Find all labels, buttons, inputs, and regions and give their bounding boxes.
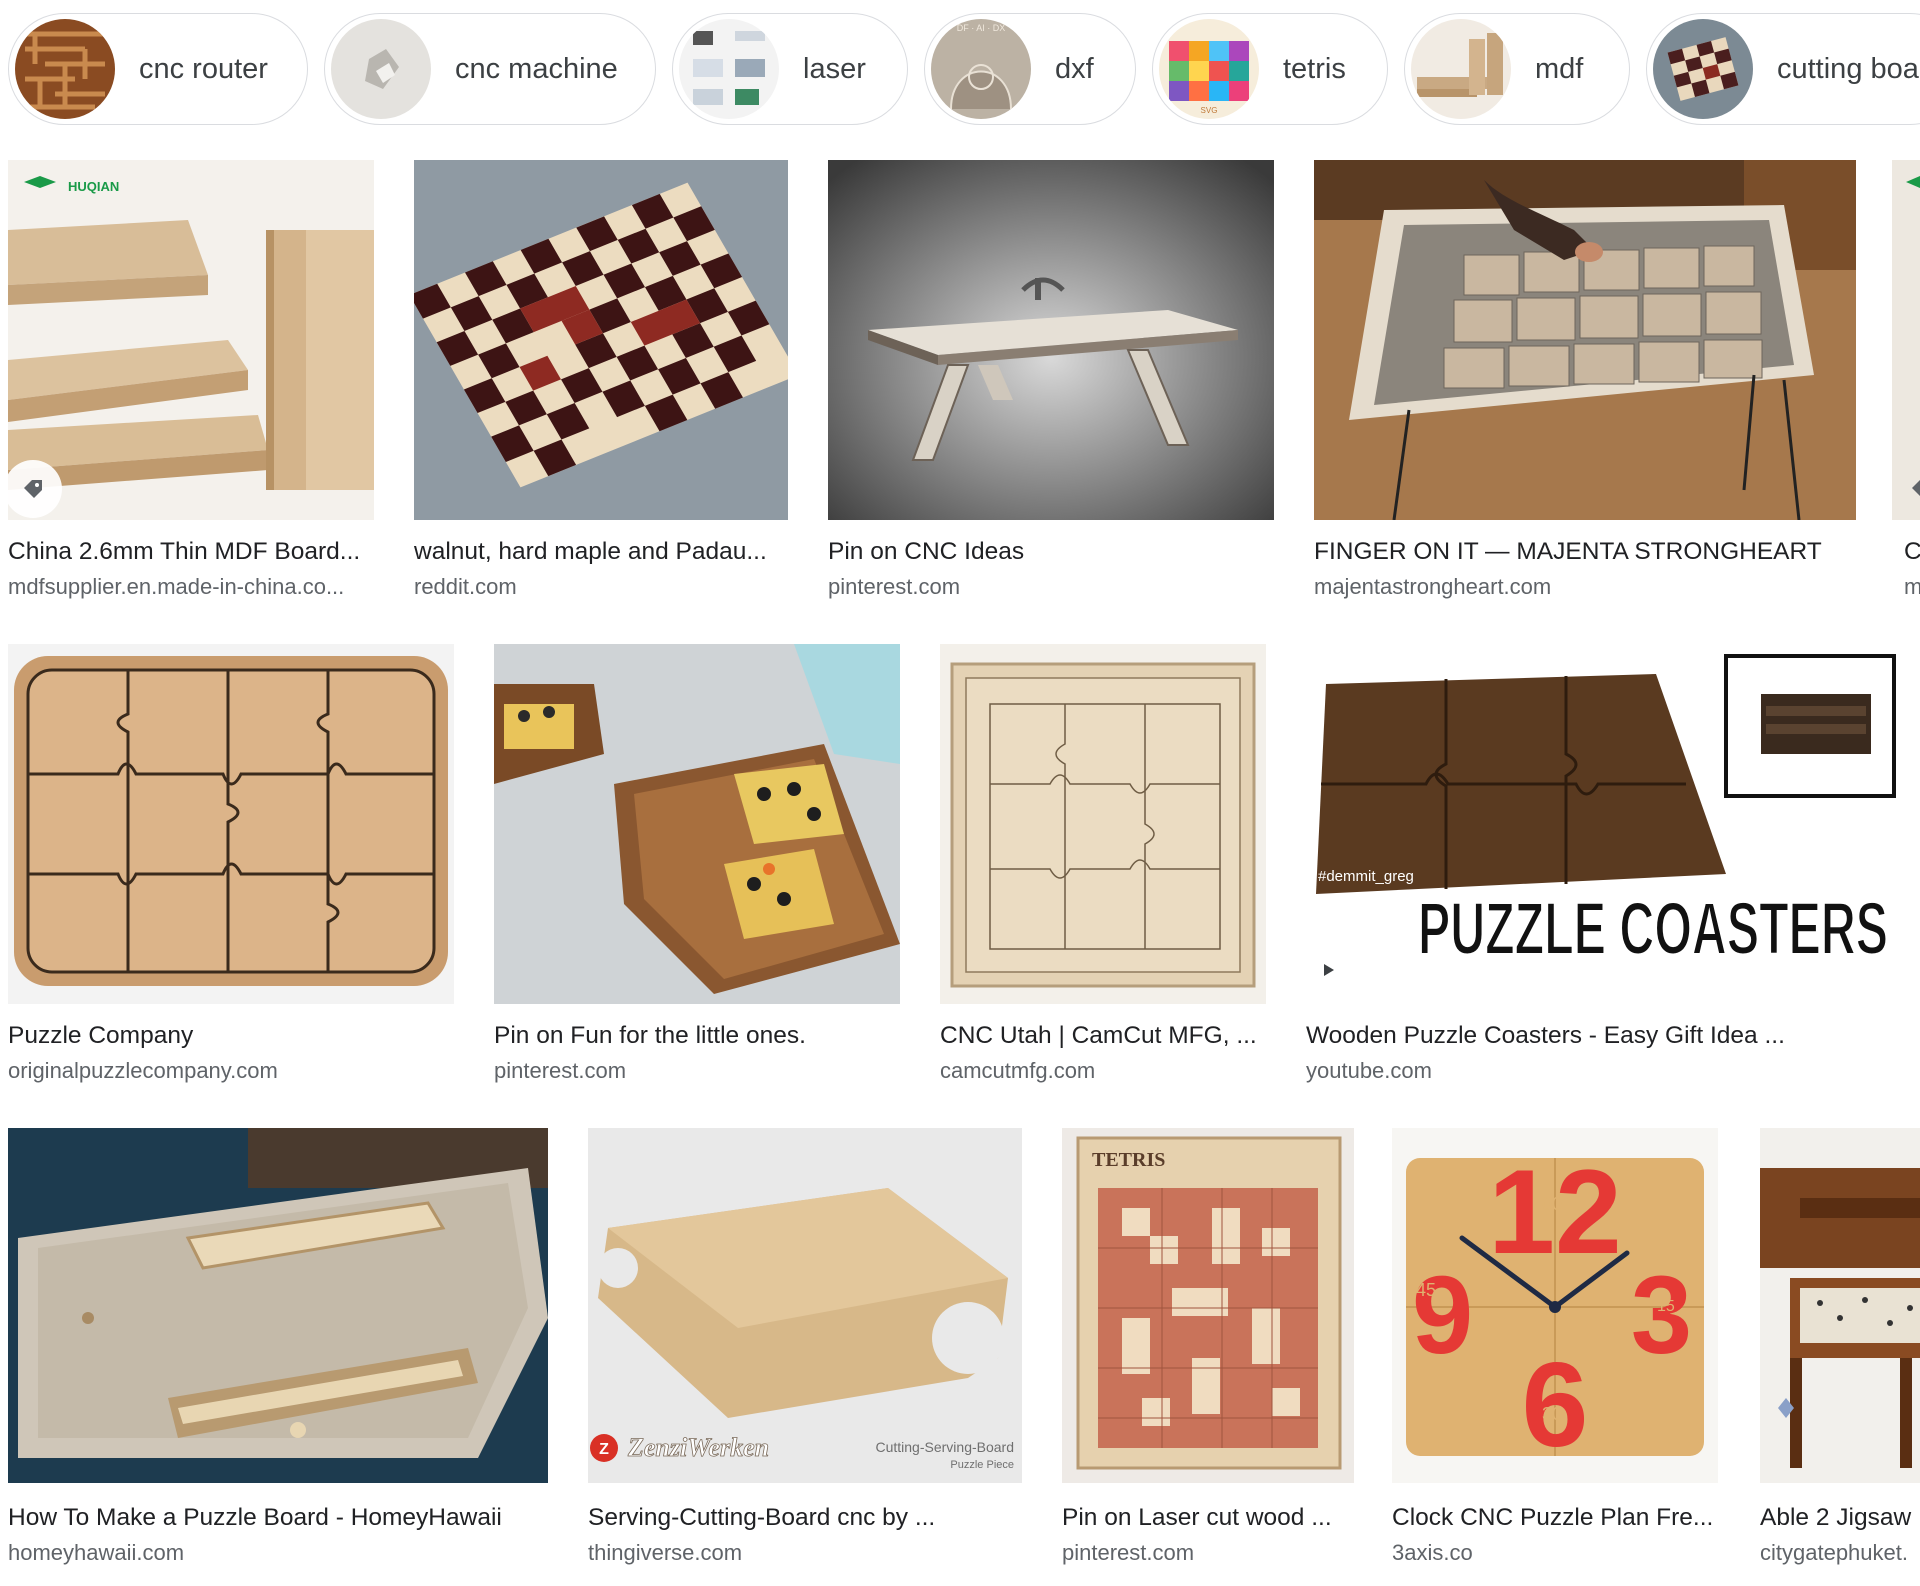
result-thumbnail[interactable]: #demmit_greg PUZZLE COASTERS — [1306, 644, 1898, 1004]
result-thumbnail[interactable]: TETRIS — [1062, 1128, 1354, 1483]
coasters-watermark: #demmit_greg — [1318, 868, 1414, 885]
result-thumbnail[interactable] — [8, 1128, 548, 1483]
result-card[interactable]: CNC Utah | CamCut MFG, ... camcutmfg.com — [932, 644, 1274, 1094]
huqian-logo: HUQIAN — [68, 179, 119, 194]
chip-cutting-board[interactable]: cutting boa — [1646, 13, 1920, 125]
zenzi-caption: Cutting-Serving-Board — [875, 1439, 1014, 1455]
chip-thumb-text: SVG — [1201, 106, 1218, 115]
coasters-caption: PUZZLE COASTERS — [1418, 887, 1888, 970]
zenzi-caption-2: Puzzle Piece — [950, 1459, 1014, 1471]
result-thumbnail[interactable]: 12 3 6 9 00 15 30 45 — [1392, 1128, 1718, 1483]
chip-mdf[interactable]: mdf — [1404, 13, 1630, 125]
result-thumbnail[interactable] — [8, 644, 454, 1004]
result-source: mdfsupplier.en.made-in-china.co... — [8, 574, 345, 599]
chip-laser[interactable]: laser — [672, 13, 908, 125]
result-card[interactable]: How To Make a Puzzle Board - HomeyHawaii… — [0, 1128, 558, 1578]
chip-label: tetris — [1283, 52, 1346, 85]
result-source: majentastrongheart.com — [1314, 574, 1552, 599]
result-card[interactable]: HUQIAN China 2.6mm Thin MDF Board... mdf… — [0, 160, 380, 610]
result-card[interactable]: 12 3 6 9 00 15 30 45 Clock CNC Puzzle Pl… — [1384, 1128, 1736, 1578]
result-card[interactable]: C m — [1892, 160, 1920, 610]
chip-label: cutting boa — [1777, 52, 1919, 85]
result-title[interactable]: Puzzle Company — [8, 1022, 454, 1050]
result-source: pinterest.com — [828, 574, 961, 599]
result-thumbnail[interactable]: HUQIAN — [8, 160, 374, 520]
result-card[interactable]: Z ZenziWerken Cutting-Serving-Board Puzz… — [580, 1128, 1026, 1578]
result-card[interactable]: Pin on Fun for the little ones. pinteres… — [486, 644, 908, 1094]
result-title[interactable]: Wooden Puzzle Coasters - Easy Gift Idea … — [1306, 1022, 1896, 1050]
result-card[interactable]: Able 2 Jigsaw citygatephuket. — [1752, 1128, 1920, 1578]
clock-numeral-9: 9 — [1412, 1254, 1473, 1377]
result-thumbnail[interactable] — [494, 644, 900, 1004]
result-title[interactable]: CNC Utah | CamCut MFG, ... — [940, 1022, 1266, 1050]
result-source: citygatephuket. — [1760, 1540, 1908, 1565]
result-thumbnail[interactable]: Z ZenziWerken Cutting-Serving-Board Puzz… — [588, 1128, 1022, 1483]
chip-cnc-router[interactable]: cnc router — [8, 13, 308, 125]
result-thumbnail[interactable] — [414, 160, 788, 520]
chip-label: cnc router — [139, 52, 268, 85]
chip-dxf[interactable]: DF · AI · DX dxf — [924, 13, 1136, 125]
chip-label: cnc machine — [455, 52, 618, 85]
clock-minute-45: 45 — [1416, 1280, 1436, 1300]
result-title[interactable]: China 2.6mm Thin MDF Board... — [8, 538, 374, 566]
result-card[interactable]: Pin on CNC Ideas pinterest.com — [820, 160, 1280, 610]
svg-text:Z: Z — [599, 1441, 609, 1458]
tetris-heading: TETRIS — [1092, 1149, 1165, 1171]
clock-numeral-3: 3 — [1631, 1254, 1692, 1377]
result-source: originalpuzzlecompany.com — [8, 1058, 278, 1083]
machine-part-thumb — [331, 19, 431, 119]
clock-minute-30: 30 — [1542, 1404, 1562, 1424]
result-source: pinterest.com — [494, 1058, 627, 1083]
result-thumbnail[interactable] — [940, 644, 1266, 1004]
result-title[interactable]: walnut, hard maple and Padau... — [414, 538, 788, 566]
result-title[interactable]: Serving-Cutting-Board cnc by ... — [588, 1504, 1018, 1532]
result-source: youtube.com — [1306, 1058, 1432, 1083]
tetris-blocks-thumb: SVG — [1159, 19, 1259, 119]
result-title[interactable]: Pin on CNC Ideas — [828, 538, 1274, 566]
result-title[interactable]: Pin on Fun for the little ones. — [494, 1022, 900, 1050]
result-title[interactable]: C — [1904, 538, 1920, 566]
result-card[interactable]: Puzzle Company originalpuzzlecompany.com — [0, 644, 462, 1094]
clock-minute-15: 15 — [1657, 1298, 1675, 1315]
result-title[interactable]: Pin on Laser cut wood ... — [1062, 1504, 1354, 1532]
result-source: reddit.com — [414, 574, 517, 599]
result-title[interactable]: How To Make a Puzzle Board - HomeyHawaii — [8, 1504, 548, 1532]
tag-icon — [4, 460, 62, 518]
result-source: pinterest.com — [1062, 1540, 1195, 1565]
result-title[interactable]: FINGER ON IT — MAJENTA STRONGHEART — [1314, 538, 1856, 566]
play-icon — [1302, 944, 1354, 996]
mdf-boards-thumb — [1411, 19, 1511, 119]
result-card[interactable]: TETRIS Pin on Laser cut wood ... pintere… — [1054, 1128, 1362, 1578]
result-thumbnail[interactable] — [828, 160, 1274, 520]
result-thumbnail[interactable] — [1314, 160, 1856, 520]
result-source: thingiverse.com — [588, 1540, 743, 1565]
zenzi-logo: ZenziWerken — [627, 1433, 769, 1462]
result-thumbnail[interactable] — [1892, 160, 1920, 520]
result-card[interactable]: walnut, hard maple and Padau... reddit.c… — [406, 160, 796, 610]
related-searches-bar: cnc router cnc machine laser DF · AI · D… — [0, 0, 1920, 140]
result-title[interactable]: Able 2 Jigsaw — [1760, 1504, 1920, 1532]
clock-minute-00: 00 — [1542, 1194, 1562, 1214]
chip-label: mdf — [1535, 52, 1584, 85]
wood-maze-thumb — [15, 19, 115, 119]
result-thumbnail[interactable] — [1760, 1128, 1920, 1483]
chip-tetris[interactable]: SVG tetris — [1152, 13, 1388, 125]
result-card[interactable]: FINGER ON IT — MAJENTA STRONGHEART majen… — [1306, 160, 1866, 610]
result-card[interactable]: #demmit_greg PUZZLE COASTERS Wooden Puzz… — [1298, 644, 1898, 1094]
carved-panel-thumb: DF · AI · DX — [931, 19, 1031, 119]
chip-cnc-machine[interactable]: cnc machine — [324, 13, 656, 125]
result-source: camcutmfg.com — [940, 1058, 1096, 1083]
chip-thumb-text: DF · AI · DX — [957, 23, 1006, 33]
laser-diagram-thumb — [679, 19, 779, 119]
chip-label: dxf — [1055, 52, 1094, 85]
result-source: m — [1904, 574, 1920, 599]
result-source: homeyhawaii.com — [8, 1540, 185, 1565]
result-source: 3axis.co — [1392, 1540, 1473, 1565]
chip-label: laser — [803, 52, 866, 85]
result-title[interactable]: Clock CNC Puzzle Plan Fre... — [1392, 1504, 1718, 1532]
puzzle-board-thumb — [1653, 19, 1753, 119]
